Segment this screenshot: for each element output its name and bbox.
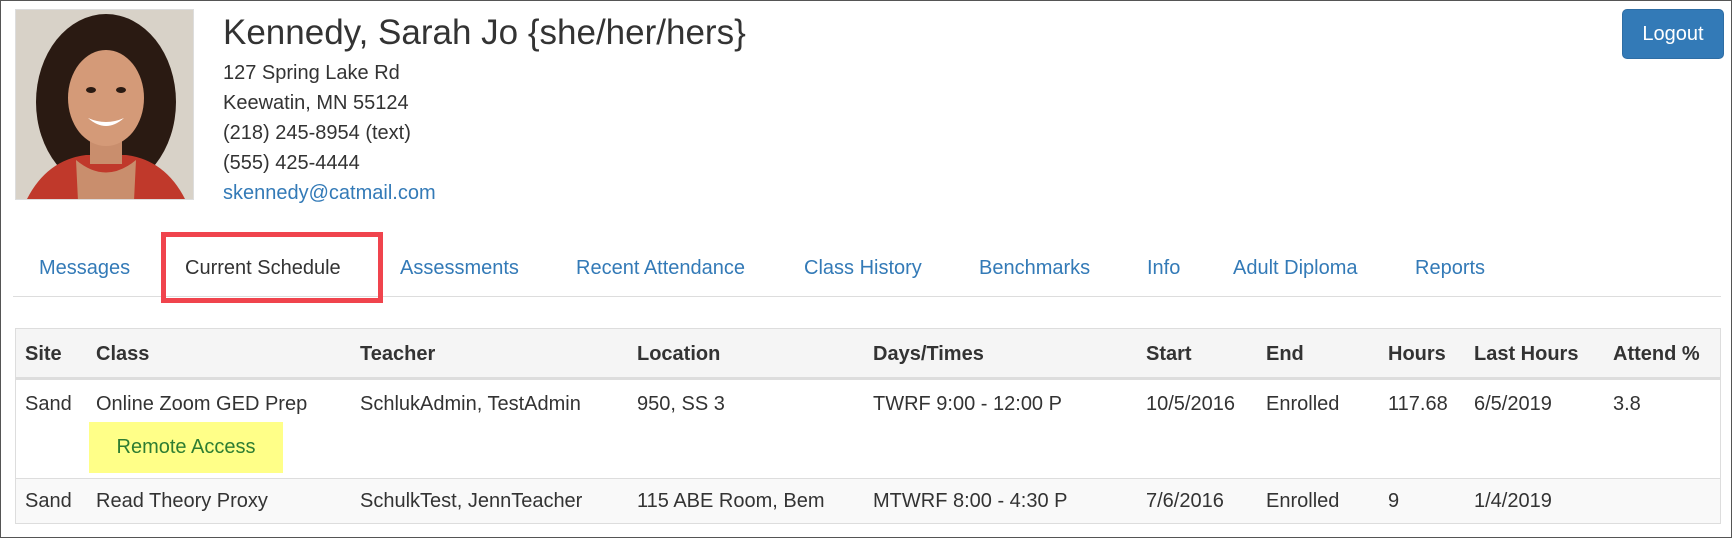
cell-end: Enrolled [1266, 393, 1340, 415]
cell-location: 115 ABE Room, Bem [637, 490, 825, 512]
tab-messages[interactable]: Messages [39, 257, 130, 280]
tab-recent-attendance[interactable]: Recent Attendance [576, 257, 745, 280]
cell-location: 950, SS 3 [637, 393, 725, 415]
cell-end: Enrolled [1266, 490, 1340, 512]
remote-access-link[interactable]: Remote Access [89, 422, 283, 473]
address-line-1: 127 Spring Lake Rd [223, 62, 400, 84]
phone-primary: (218) 245-8954 (text) [223, 122, 411, 144]
column-header: Last Hours [1474, 343, 1579, 365]
tab-assessments[interactable]: Assessments [400, 257, 519, 280]
table-row: Sand Read Theory Proxy SchulkTest, JennT… [16, 478, 1720, 523]
cell-start: 7/6/2016 [1146, 490, 1224, 512]
column-header: Attend % [1613, 343, 1700, 365]
cell-site: Sand [25, 490, 72, 512]
cell-teacher: SchlukAdmin, TestAdmin [360, 393, 581, 415]
cell-days-times: TWRF 9:00 - 12:00 P [873, 393, 1062, 415]
cell-teacher: SchulkTest, JennTeacher [360, 490, 583, 512]
cell-start: 10/5/2016 [1146, 393, 1235, 415]
cell-last-hours: 6/5/2019 [1474, 393, 1552, 415]
column-header: Class [96, 343, 150, 365]
cell-hours: 117.68 [1388, 393, 1448, 415]
tab-reports[interactable]: Reports [1415, 257, 1485, 280]
cell-class: Online Zoom GED Prep [96, 393, 308, 415]
column-header: Start [1146, 343, 1192, 365]
tab-adult-diploma[interactable]: Adult Diploma [1233, 257, 1358, 280]
column-header: End [1266, 343, 1304, 365]
column-header: Teacher [360, 343, 436, 365]
column-header: Days/Times [873, 343, 984, 365]
cell-site: Sand [25, 393, 72, 415]
address-line-2: Keewatin, MN 55124 [223, 92, 409, 114]
column-header: Hours [1388, 343, 1446, 365]
logout-button[interactable]: Logout [1622, 9, 1724, 59]
cell-class: Read Theory Proxy [96, 490, 268, 512]
column-header: Site [25, 343, 62, 365]
cell-hours: 9 [1388, 490, 1400, 512]
current-schedule-highlight [161, 232, 383, 303]
column-header: Location [637, 343, 721, 365]
phone-secondary: (555) 425-4444 [223, 152, 360, 174]
cell-attend: 3.8 [1613, 393, 1641, 415]
tab-benchmarks[interactable]: Benchmarks [979, 257, 1090, 280]
schedule-table: Site Class Teacher Location Days/Times S… [15, 328, 1721, 524]
student-name: Kennedy, Sarah Jo {she/her/hers} [223, 13, 746, 52]
table-header: Site Class Teacher Location Days/Times S… [16, 329, 1720, 379]
student-profile-panel: Kennedy, Sarah Jo {she/her/hers} 127 Spr… [0, 0, 1732, 538]
email-link[interactable]: skennedy@catmail.com [223, 182, 436, 205]
cell-last-hours: 1/4/2019 [1474, 490, 1552, 512]
tab-class-history[interactable]: Class History [804, 257, 922, 280]
student-photo [15, 9, 194, 200]
tab-info[interactable]: Info [1147, 257, 1180, 280]
cell-days-times: MTWRF 8:00 - 4:30 P [873, 490, 1068, 512]
table-row: Sand Online Zoom GED Prep SchlukAdmin, T… [16, 379, 1720, 478]
